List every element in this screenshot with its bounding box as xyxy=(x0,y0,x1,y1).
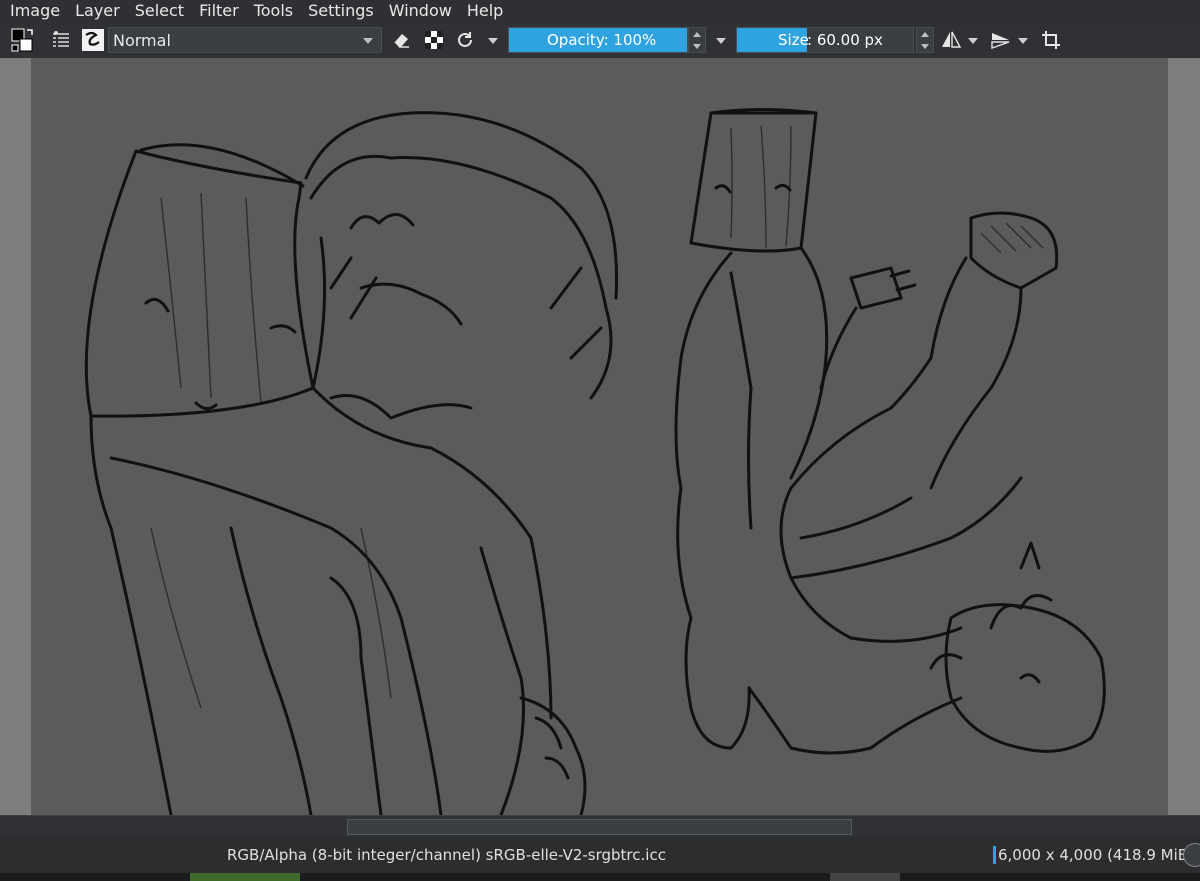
krita-window: Image Layer Select Filter Tools Settings… xyxy=(0,0,1200,881)
alpha-lock-icon[interactable] xyxy=(421,26,447,54)
zoom-button[interactable] xyxy=(1183,843,1200,867)
mirror-v-options-chevron-icon[interactable] xyxy=(1018,38,1028,44)
size-slider[interactable]: Size : 60.00 px xyxy=(736,27,914,53)
canvas-viewport[interactable] xyxy=(0,58,1200,815)
menu-bar: Image Layer Select Filter Tools Settings… xyxy=(0,0,1200,22)
mirror-h-options-chevron-icon[interactable] xyxy=(968,38,978,44)
eraser-icon[interactable] xyxy=(388,26,414,54)
drawing-canvas[interactable] xyxy=(31,58,1168,815)
menu-help[interactable]: Help xyxy=(467,0,503,22)
image-dimensions: 6,000 x 4,000 (418.9 MiB) xyxy=(993,846,1194,864)
opacity-spinner[interactable] xyxy=(688,27,706,53)
size-label: Size xyxy=(778,31,809,49)
status-bar: RGB/Alpha (8-bit integer/channel) sRGB-e… xyxy=(0,837,1200,873)
color-space-info[interactable]: RGB/Alpha (8-bit integer/channel) sRGB-e… xyxy=(227,846,666,864)
menu-select[interactable]: Select xyxy=(135,0,184,22)
size-spinner[interactable] xyxy=(916,27,934,53)
menu-window[interactable]: Window xyxy=(389,0,452,22)
taskbar-item xyxy=(830,873,900,881)
opacity-label: Opacity: 100% xyxy=(547,31,657,49)
menu-image[interactable]: Image xyxy=(10,0,60,22)
opacity-slider[interactable]: Opacity: 100% xyxy=(508,27,688,53)
spin-down-icon[interactable] xyxy=(693,43,701,49)
brush-settings-icon[interactable] xyxy=(48,26,74,54)
reload-options-chevron-icon[interactable] xyxy=(488,38,498,44)
blend-mode-select[interactable]: Normal xyxy=(108,27,382,53)
menu-tools[interactable]: Tools xyxy=(254,0,293,22)
opacity-options-chevron-icon[interactable] xyxy=(716,38,726,44)
menu-settings[interactable]: Settings xyxy=(308,0,374,22)
menu-filter[interactable]: Filter xyxy=(199,0,239,22)
crop-icon[interactable] xyxy=(1038,26,1064,54)
horizontal-scrollbar[interactable] xyxy=(0,815,1200,837)
sketch-artwork xyxy=(84,108,1106,815)
chevron-down-icon xyxy=(363,38,373,44)
mirror-vertical-icon[interactable] xyxy=(988,26,1014,54)
spin-down-icon[interactable] xyxy=(921,43,929,49)
taskbar-strip xyxy=(0,873,1200,881)
blend-mode-value: Normal xyxy=(113,30,171,50)
brush-preset-icon[interactable] xyxy=(80,26,106,54)
size-value: : 60.00 px xyxy=(807,31,883,49)
fg-bg-color-icon[interactable] xyxy=(10,26,36,54)
spin-up-icon[interactable] xyxy=(693,31,701,37)
reload-preset-icon[interactable] xyxy=(452,26,478,54)
scrollbar-thumb[interactable] xyxy=(347,819,852,835)
mirror-horizontal-icon[interactable] xyxy=(938,26,964,54)
taskbar-thumbnail xyxy=(190,873,300,881)
tool-options-bar: Normal Opacity: 100% Size: 60.00 px xyxy=(0,22,1200,58)
menu-layer[interactable]: Layer xyxy=(75,0,120,22)
spin-up-icon[interactable] xyxy=(921,31,929,37)
